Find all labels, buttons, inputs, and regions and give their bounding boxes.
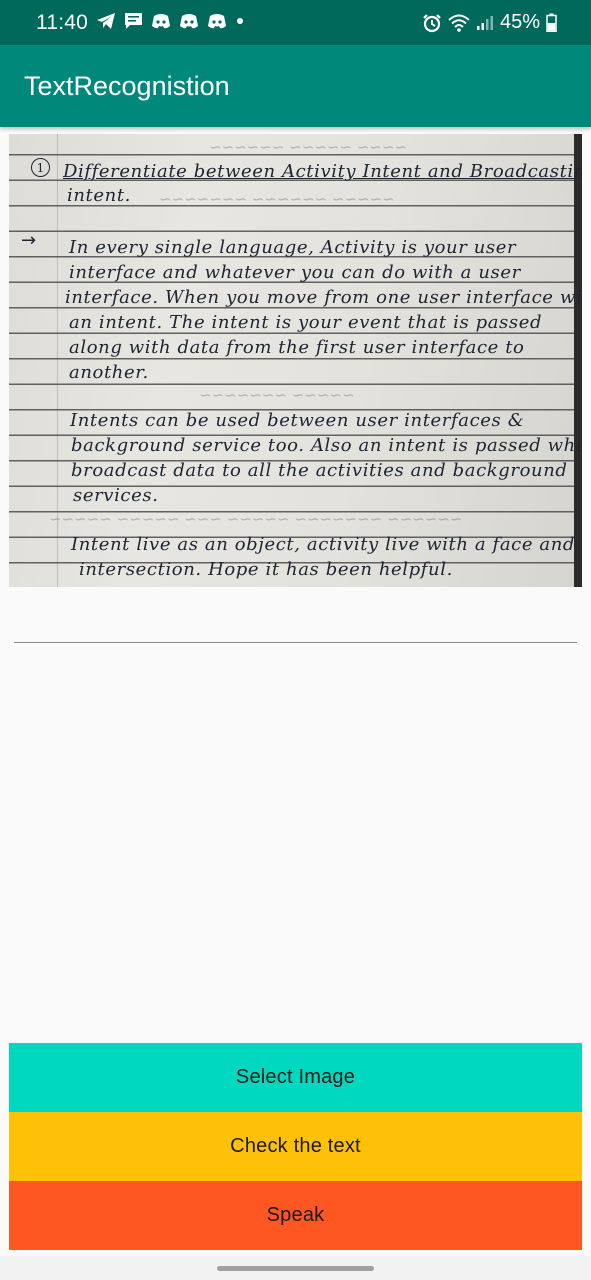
app-title: TextRecognistion [24, 71, 230, 101]
speak-button[interactable]: Speak [9, 1181, 582, 1250]
recognized-text-field[interactable] [14, 642, 577, 643]
battery-icon [546, 13, 557, 32]
bleed-through-text: ~~~~~~ ~~~~~~~ ~~~~~ ~~~ ~~~~~ ~~~~~ [49, 510, 463, 528]
dot-icon [237, 18, 243, 24]
alarm-icon [423, 13, 441, 32]
question-number: 1 [31, 158, 50, 177]
notification-icons [96, 12, 245, 30]
discord-icon [152, 13, 170, 28]
handwritten-line: an intent. The intent is your event that… [69, 312, 543, 333]
check-text-button[interactable]: Check the text [9, 1112, 582, 1181]
handwritten-line: Intent live as an object, activity live … [71, 534, 576, 555]
handwritten-line: another. [69, 362, 149, 383]
handwritten-heading-line: intent. [67, 185, 131, 206]
handwritten-line: along with data from the first user inte… [69, 337, 525, 358]
handwritten-line: In every single language, Activity is yo… [69, 237, 517, 258]
bleed-through-text: ~~~~~ ~~~~~~ ~~~~~~~ [159, 190, 395, 208]
handwritten-line: interface. When you move from one user i… [65, 287, 582, 308]
discord-icon [180, 13, 198, 28]
navigation-bar [0, 1256, 591, 1280]
handwritten-line: broadcast data to all the activities and… [71, 460, 568, 481]
handwritten-line: Intents can be used between user interfa… [70, 410, 525, 431]
discord-icon [208, 13, 226, 28]
signal-icon [476, 15, 493, 30]
status-bar: 11:40 45% [0, 0, 591, 45]
system-status: 45% [422, 11, 557, 34]
bleed-through-text: ~~~~ ~~~~~ ~~~~~~ [209, 138, 408, 156]
handwritten-line: services. [73, 485, 159, 506]
home-gesture-handle[interactable] [217, 1266, 374, 1271]
handwritten-line: interface and whatever you can do with a… [69, 262, 521, 283]
message-icon [125, 13, 142, 29]
arrow-mark: → [21, 230, 37, 251]
bleed-through-text: ~~~~~ ~~~~~~~ [199, 386, 355, 404]
handwritten-line: intersection. Hope it has been helpful. [79, 559, 453, 580]
status-time: 11:40 [36, 11, 88, 34]
wifi-icon [448, 14, 470, 32]
app-bar: TextRecognistion [0, 45, 591, 127]
handwritten-line: background service too. Also an intent i… [71, 435, 582, 456]
select-image-button[interactable]: Select Image [9, 1043, 582, 1112]
page-edge [574, 134, 582, 587]
selected-image: ~~~~ ~~~~~ ~~~~~~ ~~~~~ ~~~~~~ ~~~~~~~ ~… [9, 134, 582, 587]
battery-percentage: 45% [499, 11, 540, 33]
telegram-icon [97, 13, 115, 29]
handwritten-heading-line: Differentiate between Activity Intent an… [63, 161, 582, 182]
